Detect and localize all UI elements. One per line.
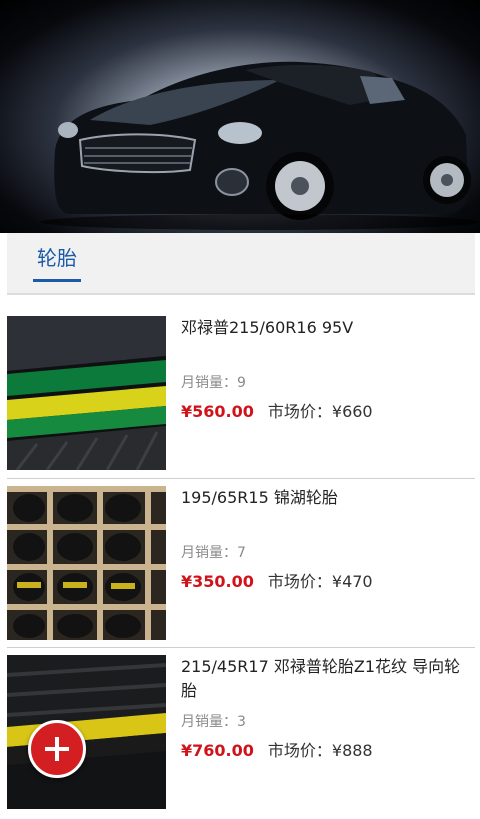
market-price: ¥660 <box>331 402 373 421</box>
product-title: 邓禄普215/60R16 95V <box>181 318 354 337</box>
divider <box>7 647 475 648</box>
monthly-sales: 月销量：9 <box>181 372 246 392</box>
category-tab-bar: 轮胎 <box>7 233 475 295</box>
monthly-sales: 月销量：3 <box>181 711 246 731</box>
divider <box>7 478 475 479</box>
market-price-label: 市场价： <box>267 572 332 591</box>
banner-image <box>0 0 480 233</box>
sales-count: 9 <box>237 375 246 391</box>
product-title: 195/65R15 锦湖轮胎 <box>181 488 338 507</box>
sales-label: 月销量： <box>181 375 237 391</box>
sales-count: 3 <box>237 714 246 730</box>
sales-label: 月销量： <box>181 545 237 561</box>
market-price: ¥888 <box>331 741 373 760</box>
market-price: ¥470 <box>331 572 373 591</box>
sale-price: ¥350.00 <box>181 572 254 591</box>
product-title: 215/45R17 邓禄普轮胎Z1花纹 导向轮胎 <box>181 657 461 700</box>
product-image <box>7 486 166 640</box>
price-row: ¥560.00 市场价：¥660 <box>181 398 373 422</box>
sales-count: 7 <box>237 545 246 561</box>
price-row: ¥760.00 市场价：¥888 <box>181 737 373 761</box>
tab-tires[interactable]: 轮胎 <box>33 243 81 282</box>
sales-label: 月销量： <box>181 714 237 730</box>
monthly-sales: 月销量：7 <box>181 542 246 562</box>
market-price-label: 市场价： <box>267 402 332 421</box>
price-row: ¥350.00 市场价：¥470 <box>181 568 373 592</box>
product-image <box>7 316 166 470</box>
add-button[interactable] <box>28 720 86 778</box>
product-item[interactable]: 195/65R15 锦湖轮胎 月销量：7 ¥350.00 市场价：¥470 <box>0 480 480 650</box>
product-item[interactable]: 邓禄普215/60R16 95V 月销量：9 ¥560.00 市场价：¥660 <box>0 310 480 480</box>
car-illustration <box>40 61 480 230</box>
sale-price: ¥560.00 <box>181 402 254 421</box>
market-price-label: 市场价： <box>267 741 332 760</box>
product-image <box>7 655 166 809</box>
sale-price: ¥760.00 <box>181 741 254 760</box>
